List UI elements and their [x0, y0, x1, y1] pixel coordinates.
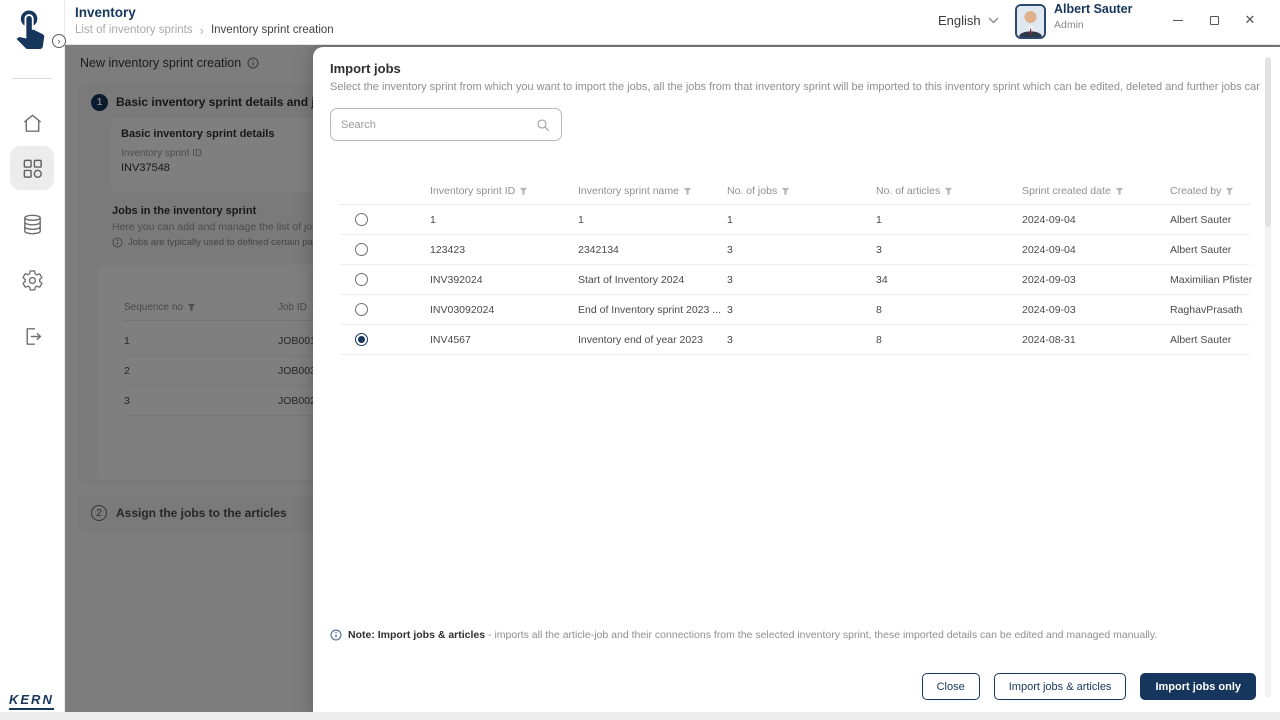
chevron-right-icon: ›	[199, 22, 204, 38]
window-controls: ✕	[1172, 12, 1256, 28]
col-header-no-of-articles[interactable]: No. of articles	[876, 185, 1022, 197]
chevron-down-icon	[988, 17, 999, 24]
close-icon[interactable]: ✕	[1244, 13, 1256, 26]
user-role: Admin	[1054, 19, 1084, 31]
page-title: Inventory	[75, 5, 136, 20]
gear-icon	[21, 269, 44, 292]
breadcrumb: List of inventory sprints › Inventory sp…	[75, 22, 334, 38]
logout-icon	[21, 325, 44, 348]
filter-icon	[945, 187, 953, 195]
scrollbar-thumb[interactable]	[1265, 57, 1271, 227]
breadcrumb-current: Inventory sprint creation	[210, 24, 334, 36]
app-logo-touch-icon	[8, 5, 52, 49]
import-jobs-articles-button[interactable]: Import jobs & articles	[993, 673, 1127, 700]
col-header-sprint-id[interactable]: Inventory sprint ID	[430, 185, 578, 197]
sidebar: › KERN	[0, 0, 66, 712]
sidebar-item-home[interactable]	[10, 101, 54, 145]
filter-icon	[1115, 187, 1123, 195]
close-button[interactable]: Close	[921, 673, 980, 700]
user-name: Albert Sauter	[1054, 2, 1133, 16]
apps-grid-icon	[21, 157, 44, 180]
kern-brand-logo: KERN	[9, 692, 54, 710]
modal-scrollbar[interactable]	[1265, 57, 1271, 698]
radio-button[interactable]	[355, 243, 368, 256]
sidebar-item-logout[interactable]	[10, 314, 54, 358]
radio-button[interactable]	[355, 303, 368, 316]
search-input[interactable]	[341, 118, 535, 131]
table-row[interactable]: 123423 2342134 33 2024-09-04 Albert Sauter	[340, 235, 1250, 265]
table-row[interactable]: INV392024 Start of Inventory 2024 3 34 202…	[340, 265, 1252, 295]
search-icon	[537, 118, 550, 131]
import-jobs-modal: Import jobs Select the inventory sprint …	[313, 47, 1280, 712]
col-header-created-date[interactable]: Sprint created date	[1022, 185, 1170, 197]
sidebar-item-settings[interactable]	[10, 258, 54, 302]
minimize-icon[interactable]	[1172, 14, 1184, 26]
avatar[interactable]	[1015, 4, 1046, 39]
table-row[interactable]: INV03092024 End of Inventory sprint 2023 …	[340, 295, 1250, 325]
maximize-icon[interactable]	[1208, 14, 1220, 26]
modal-note: Note: Import jobs & articles - imports a…	[330, 629, 1260, 641]
sidebar-divider	[12, 78, 52, 79]
col-header-created-by[interactable]: Created by	[1170, 185, 1250, 197]
note-text: - imports all the article-job and their …	[485, 629, 1158, 641]
radio-button[interactable]	[355, 273, 368, 286]
modal-title: Import jobs	[330, 61, 401, 76]
radio-button[interactable]	[355, 213, 368, 226]
language-label: English	[938, 13, 981, 28]
filter-icon	[683, 187, 692, 195]
sidebar-collapse-icon[interactable]: ›	[52, 34, 66, 48]
col-header-sprint-name[interactable]: Inventory sprint name	[578, 185, 727, 197]
note-bold: Note: Import jobs & articles	[348, 629, 486, 641]
col-header-no-of-jobs[interactable]: No. of jobs	[727, 185, 876, 197]
sidebar-item-inventory[interactable]	[10, 146, 54, 190]
import-jobs-only-button[interactable]: Import jobs only	[1140, 673, 1256, 700]
modal-actions: Close Import jobs & articles Import jobs…	[921, 673, 1256, 700]
table-row-selected[interactable]: INV4567 Inventory end of year 2023 38 202…	[340, 325, 1250, 355]
user-info: Albert Sauter Admin	[1054, 2, 1133, 31]
modal-description: Select the inventory sprint from which y…	[330, 81, 1260, 93]
info-icon	[330, 629, 342, 641]
breadcrumb-parent-link[interactable]: List of inventory sprints	[75, 24, 193, 36]
bottom-strip	[0, 712, 1280, 720]
radio-button-selected[interactable]	[355, 333, 368, 346]
table-row[interactable]: 11 11 2024-09-04 Albert Sauter	[340, 205, 1250, 235]
home-icon	[21, 112, 44, 135]
filter-icon	[1226, 187, 1234, 195]
sidebar-item-database[interactable]	[10, 202, 54, 246]
sprint-table-header: Inventory sprint ID Inventory sprint nam…	[340, 178, 1250, 205]
filter-icon	[782, 187, 790, 195]
search-box	[330, 108, 562, 141]
top-header: Inventory List of inventory sprints › In…	[65, 0, 1280, 45]
database-icon	[21, 213, 44, 236]
language-selector[interactable]: English	[938, 13, 999, 28]
filter-icon	[520, 187, 528, 195]
